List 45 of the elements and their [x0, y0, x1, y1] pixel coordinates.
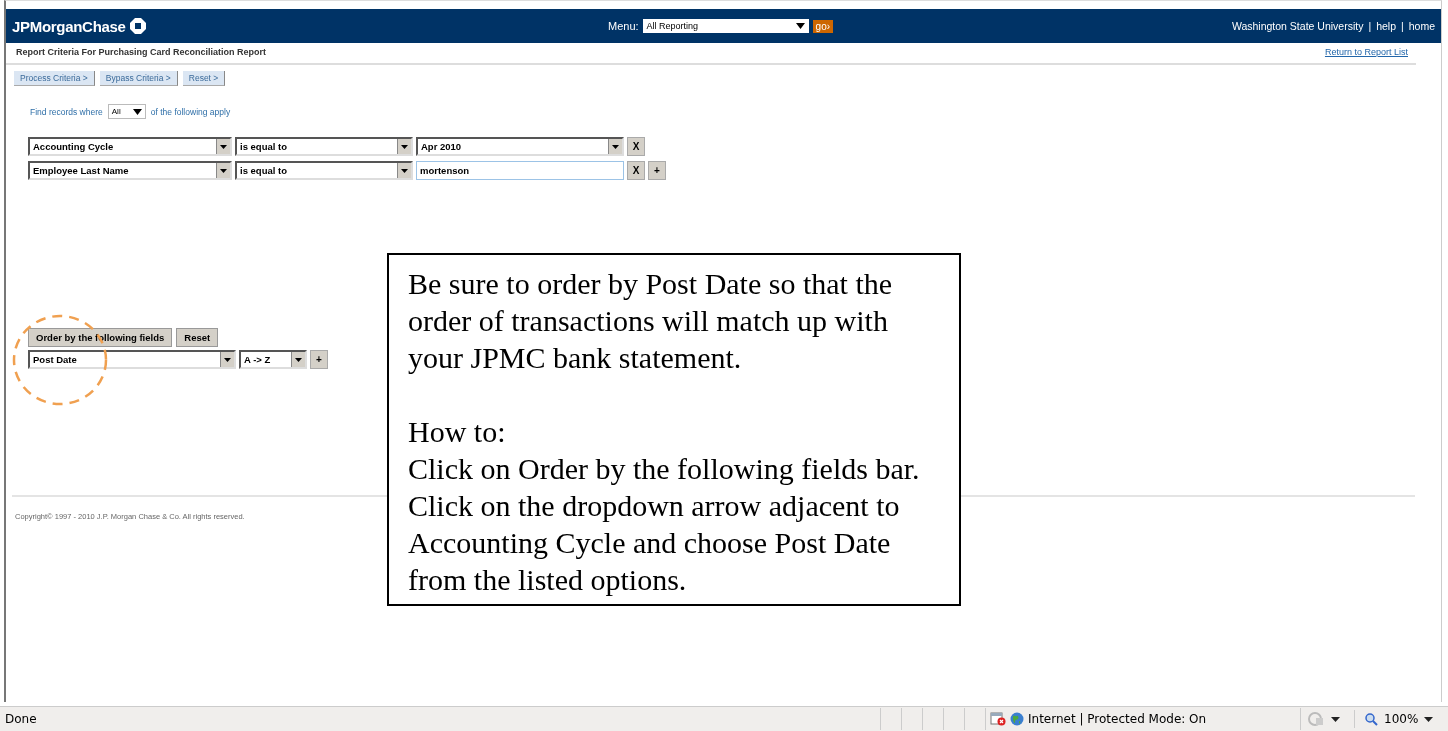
add-button[interactable]: +	[310, 350, 328, 369]
remove-button[interactable]: X	[627, 161, 645, 180]
menu-label: Menu:	[608, 20, 639, 32]
find-label: of the following apply	[150, 106, 231, 117]
direction-dropdown[interactable]: A -> Z	[239, 350, 307, 369]
remove-button[interactable]: X	[627, 137, 645, 156]
caret-icon	[1424, 716, 1434, 722]
match-dropdown[interactable]: All	[107, 104, 146, 119]
page-error-icon	[990, 712, 1006, 726]
operator-dropdown[interactable]: is equal to	[235, 137, 413, 156]
add-button[interactable]: +	[648, 161, 666, 180]
caret-icon	[132, 108, 142, 115]
caret-icon	[1331, 716, 1340, 722]
value-input[interactable]: mortenson	[416, 161, 624, 180]
action-tab[interactable]: Bypass Criteria >	[99, 71, 178, 86]
return-link[interactable]: Return to Report List	[1324, 47, 1408, 57]
separator: |	[1368, 20, 1372, 32]
zoom-icon	[1365, 712, 1378, 726]
operator-dropdown[interactable]: is equal to	[235, 161, 413, 180]
find-label: Find records where	[30, 106, 103, 117]
security-zone-text: Internet | Protected Mode: On	[1028, 712, 1207, 726]
field-dropdown[interactable]: Accounting Cycle	[28, 137, 232, 156]
page-title: Report Criteria For Purchasing Card Reconciliation Report	[16, 47, 267, 57]
menu-dropdown[interactable]: All Reporting	[642, 19, 809, 33]
globe-icon	[1010, 712, 1024, 726]
callout-text: How to:	[408, 414, 507, 450]
logo-text: JPMorganChase	[12, 17, 126, 35]
separator: |	[1401, 20, 1404, 32]
octagon-logo-icon	[129, 18, 146, 34]
action-tab[interactable]: Process Criteria >	[14, 71, 95, 86]
status-text: Done	[4, 712, 38, 726]
header-link[interactable]: help	[1376, 20, 1396, 32]
value-dropdown[interactable]: Apr 2010	[416, 137, 624, 156]
action-tab[interactable]: Reset >	[182, 71, 226, 86]
lock-gear-icon	[1307, 711, 1325, 727]
order-field-dropdown[interactable]: Post Date	[28, 350, 236, 369]
zoom-level[interactable]: 100%	[1384, 712, 1419, 726]
callout-text: Click on Order by the following fields bar. Click on the dropdown arrow adjacent to Accounting Cycle and choose Post Date from the listed options.	[408, 451, 921, 598]
caret-icon	[795, 23, 805, 29]
callout-text: Be sure to order by Post Date so that the order of transactions will match up with your JPMC bank statement.	[408, 266, 894, 376]
field-dropdown[interactable]: Employee Last Name	[28, 161, 232, 180]
reset-button[interactable]: Reset	[176, 328, 219, 347]
go-button[interactable]: go›	[812, 19, 834, 33]
header-link[interactable]: home	[1408, 20, 1435, 32]
header-link[interactable]: Washington State University	[1231, 20, 1364, 32]
